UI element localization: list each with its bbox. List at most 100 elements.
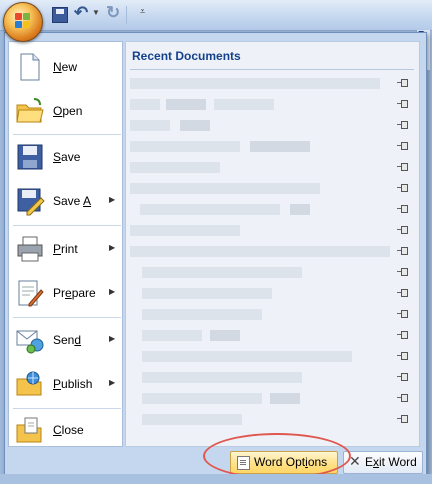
pin-icon[interactable] xyxy=(397,330,408,340)
recent-document-name-blurred xyxy=(142,351,352,362)
pin-icon[interactable] xyxy=(397,393,408,403)
pin-icon[interactable] xyxy=(397,78,408,88)
print-submenu-arrow-icon: ▶ xyxy=(109,243,116,252)
recent-document-name-blurred xyxy=(130,141,240,152)
undo-dropdown-icon[interactable]: ▼ xyxy=(92,8,100,17)
recent-document-row[interactable] xyxy=(130,304,414,325)
recent-documents-title: Recent Documents xyxy=(132,49,241,63)
print-command[interactable]: Print ▶ xyxy=(9,228,122,272)
redo-icon[interactable]: ↻ xyxy=(106,3,120,23)
recent-document-name-blurred xyxy=(142,393,262,404)
recent-document-name-blurred xyxy=(142,330,202,341)
pin-icon[interactable] xyxy=(397,414,408,424)
recent-document-row[interactable] xyxy=(130,136,414,157)
menu-separator xyxy=(13,317,121,318)
recent-document-name-blurred xyxy=(142,267,302,278)
send-prefix: Sen xyxy=(53,333,75,347)
recent-document-row[interactable] xyxy=(130,199,414,220)
recent-document-row[interactable] xyxy=(130,73,414,94)
prepare-prefix: Pr xyxy=(53,286,65,300)
recent-document-row[interactable] xyxy=(130,262,414,283)
recent-documents-panel: Recent Documents xyxy=(125,41,420,447)
recent-document-row[interactable] xyxy=(130,367,414,388)
new-document-icon xyxy=(20,53,40,81)
save-accel: S xyxy=(53,150,62,164)
new-label: ew xyxy=(61,60,78,74)
recent-document-name-blurred xyxy=(140,204,280,215)
customize-toolbar-icon[interactable]: ⩡ xyxy=(140,6,145,17)
pin-icon[interactable] xyxy=(397,183,408,193)
close-label: lose xyxy=(61,423,84,437)
recent-document-name-blurred xyxy=(180,120,210,131)
recent-document-name-blurred xyxy=(250,141,310,152)
exit-word-button[interactable]: ✕ Exit Word xyxy=(343,451,423,474)
close-folder-icon xyxy=(16,417,42,443)
save-as-submenu-arrow-icon: ▶ xyxy=(109,195,116,204)
pin-icon[interactable] xyxy=(397,99,408,109)
prepare-accel: e xyxy=(65,286,72,300)
pin-icon[interactable] xyxy=(397,309,408,319)
save-as-accel: A xyxy=(83,194,92,208)
recent-document-name-blurred xyxy=(130,162,220,173)
recent-document-row[interactable] xyxy=(130,94,414,115)
recent-document-name-blurred xyxy=(130,246,390,257)
pin-icon[interactable] xyxy=(397,225,408,235)
recent-document-name-blurred xyxy=(130,183,320,194)
recent-document-row[interactable] xyxy=(130,409,414,430)
print-label: rint xyxy=(61,242,78,256)
toolbar-separator xyxy=(126,6,127,24)
recent-document-name-blurred xyxy=(142,414,242,425)
prepare-icon xyxy=(18,280,44,307)
quick-access-save-icon[interactable] xyxy=(52,7,68,23)
exit-word-accel: x xyxy=(373,455,380,469)
recent-document-row[interactable] xyxy=(130,283,414,304)
send-accel: d xyxy=(74,333,82,347)
pin-icon[interactable] xyxy=(397,372,408,382)
recent-document-row[interactable] xyxy=(130,241,414,262)
pin-icon[interactable] xyxy=(397,246,408,256)
recent-document-name-blurred xyxy=(166,99,206,110)
pin-icon[interactable] xyxy=(397,204,408,214)
recent-document-row[interactable] xyxy=(130,157,414,178)
recent-document-name-blurred xyxy=(142,372,302,383)
open-accel: O xyxy=(53,104,63,118)
pin-icon[interactable] xyxy=(397,288,408,298)
recent-document-row[interactable] xyxy=(130,115,414,136)
office-logo-icon xyxy=(15,13,31,29)
menu-separator xyxy=(13,134,121,135)
highlight-ellipse xyxy=(203,433,351,479)
save-as-prefix: Save xyxy=(53,194,84,208)
recent-document-row[interactable] xyxy=(130,388,414,409)
recent-document-row[interactable] xyxy=(130,346,414,367)
pin-icon[interactable] xyxy=(397,162,408,172)
send-command[interactable]: Send ▶ xyxy=(9,319,122,363)
recent-document-row[interactable] xyxy=(130,178,414,199)
save-as-command[interactable]: Save A ▶ xyxy=(9,180,122,224)
open-command[interactable]: Open xyxy=(9,90,122,134)
recent-document-name-blurred xyxy=(210,330,240,341)
undo-icon[interactable]: ↶ xyxy=(74,3,88,23)
recent-document-name-blurred xyxy=(270,393,300,404)
recent-document-name-blurred xyxy=(130,78,380,89)
publish-command[interactable]: Publish ▶ xyxy=(9,363,122,407)
pin-icon[interactable] xyxy=(397,351,408,361)
pin-icon[interactable] xyxy=(397,141,408,151)
menu-separator xyxy=(13,225,121,226)
recent-document-name-blurred xyxy=(214,99,274,110)
publish-accel: P xyxy=(53,377,62,391)
recent-document-row[interactable] xyxy=(130,325,414,346)
new-command[interactable]: New xyxy=(9,46,122,90)
prepare-rest: pare xyxy=(71,286,96,300)
office-button[interactable] xyxy=(3,2,43,42)
recent-documents-divider xyxy=(130,69,414,70)
pin-icon[interactable] xyxy=(397,267,408,277)
title-bar: ↶ ▼ ↻ ⩡ xyxy=(0,0,432,31)
save-command[interactable]: Save xyxy=(9,136,122,180)
recent-document-name-blurred xyxy=(130,99,160,110)
prepare-command[interactable]: Prepare ▶ xyxy=(9,272,122,316)
recent-document-row[interactable] xyxy=(130,220,414,241)
command-list: New Open Save Save A ▶ Print ▶ Prepare ▶ xyxy=(8,41,123,447)
pin-icon[interactable] xyxy=(397,120,408,130)
print-accel: P xyxy=(53,242,62,256)
save-label: ave xyxy=(61,150,81,164)
